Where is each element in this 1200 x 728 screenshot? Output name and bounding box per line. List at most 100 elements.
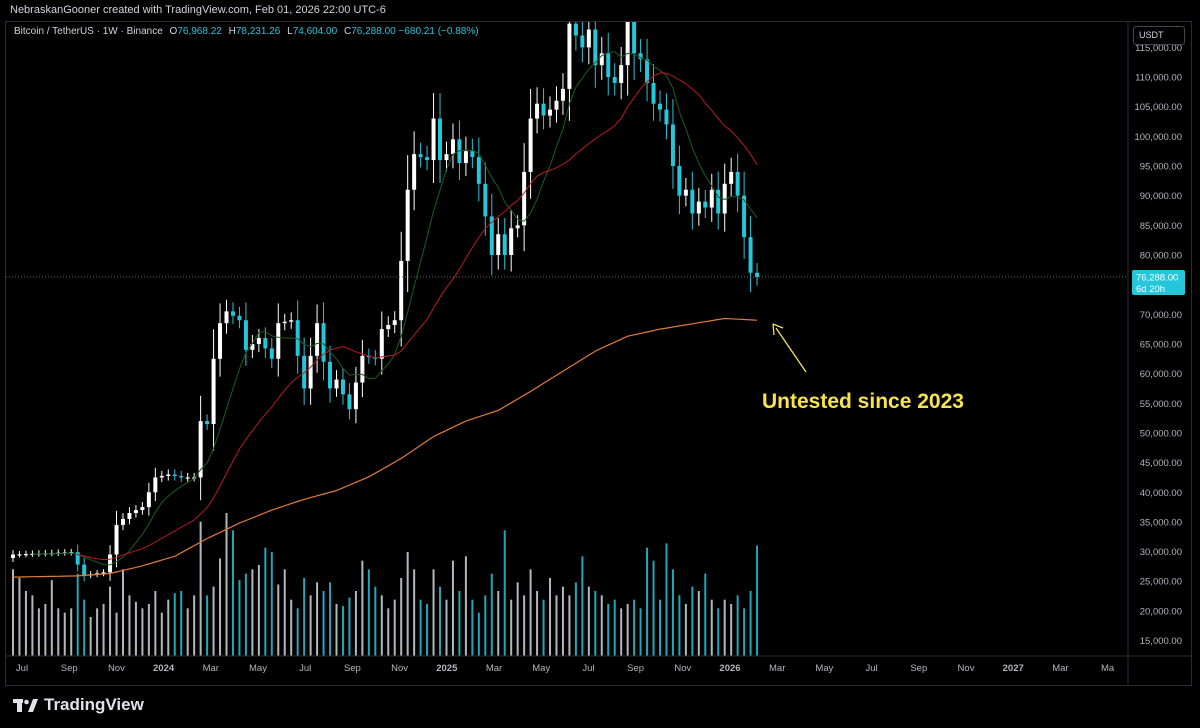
y-tick-label: 80,000.00 — [1140, 250, 1182, 261]
candle-body — [696, 201, 701, 214]
y-tick-label: 95,000.00 — [1140, 162, 1182, 173]
y-tick-label: 100,000.00 — [1134, 132, 1182, 143]
y-tick-label: 45,000.00 — [1140, 458, 1182, 469]
candle-body — [334, 379, 339, 389]
volume-bar — [471, 599, 474, 656]
y-tick-label: 25,000.00 — [1140, 577, 1182, 588]
last-price-label: 76,288.00 — [1136, 273, 1178, 284]
volume-bar — [316, 582, 319, 656]
candle-body — [308, 355, 313, 389]
volume-bar — [717, 608, 720, 656]
y-tick-label: 70,000.00 — [1140, 310, 1182, 321]
volume-bar — [44, 604, 47, 656]
volume-bar — [24, 591, 27, 656]
volume-bar — [329, 582, 332, 656]
volume-bar — [594, 591, 597, 656]
high-value: 78,231.26 — [235, 26, 281, 37]
volume-bar — [503, 530, 506, 656]
candle-body — [651, 82, 656, 104]
candle-body — [133, 510, 138, 514]
candle-body — [224, 311, 229, 324]
volume-bar — [361, 560, 364, 656]
volume-bar — [96, 608, 99, 656]
volume-bar — [12, 569, 14, 656]
candle-body — [496, 234, 501, 255]
candle-body — [677, 166, 682, 196]
volume-bar — [128, 595, 131, 656]
candle-body — [431, 118, 436, 161]
volume-bar — [484, 595, 487, 656]
annotation-arrow-line — [775, 327, 807, 373]
x-tick-label: May — [249, 663, 267, 674]
footer — [0, 686, 1200, 728]
candle-body — [315, 323, 320, 356]
volume-bar — [374, 586, 377, 656]
volume-bar — [432, 569, 435, 656]
x-tick-label: Sep — [910, 663, 927, 674]
volume-bar — [70, 608, 73, 656]
volume-bar — [555, 595, 558, 656]
candle-body — [243, 320, 248, 350]
volume-bar — [296, 608, 299, 656]
volume-bar — [212, 586, 215, 656]
candle-body — [328, 361, 333, 389]
y-tick-label: 85,000.00 — [1140, 221, 1182, 232]
candle-body — [379, 329, 384, 359]
open-value: 76,968.22 — [177, 26, 222, 37]
volume-bar — [458, 591, 461, 656]
candle-body — [237, 315, 242, 321]
candle-body — [159, 475, 164, 478]
candle-body — [463, 151, 468, 164]
x-tick-label: 2025 — [436, 663, 458, 674]
volume-bar — [76, 573, 79, 656]
x-tick-label: Mar — [769, 663, 785, 674]
volume-bar — [684, 604, 687, 656]
candle-body — [153, 477, 158, 493]
x-tick-label: Jul — [582, 663, 594, 674]
volume-bar — [173, 593, 176, 656]
candle-body — [573, 23, 578, 36]
high-label: H — [228, 26, 236, 37]
volume-bar — [607, 604, 610, 656]
volume-bar — [180, 591, 183, 656]
candle-body — [509, 228, 514, 255]
x-tick-label: 2027 — [1003, 663, 1024, 674]
candle-body — [476, 157, 481, 184]
candle-body — [729, 171, 734, 184]
volume-bar — [121, 569, 124, 656]
candle-body — [560, 88, 565, 101]
volume-bar — [244, 573, 247, 656]
candle-body — [748, 237, 753, 273]
volume-bar — [490, 573, 493, 656]
candle-body — [450, 139, 455, 155]
candle-body — [140, 507, 145, 511]
candle-body — [548, 109, 553, 116]
x-tick-label: Nov — [391, 663, 408, 674]
volume-bar — [89, 617, 92, 656]
volume-bar — [57, 608, 60, 656]
candle-body — [269, 348, 274, 359]
ma-mid-line — [77, 72, 758, 561]
volume-bar — [380, 595, 383, 656]
volume-bar — [568, 595, 571, 656]
candle-body — [282, 321, 287, 324]
currency-button[interactable]: USDT — [1133, 26, 1185, 45]
volume-bar — [264, 547, 267, 656]
symbol-legend: Bitcoin / TetherUS · 1W · Binance O76,96… — [14, 26, 479, 37]
ma-slow-line — [12, 317, 758, 578]
volume-bar — [510, 599, 513, 656]
candle-body — [703, 201, 708, 208]
volume-bar — [303, 578, 306, 656]
tradingview-logo[interactable]: TradingView — [13, 695, 144, 715]
volume-bar — [322, 591, 325, 656]
volume-bar — [639, 608, 642, 656]
candle-body — [11, 554, 15, 559]
volume-bar — [529, 569, 532, 656]
candle-body — [399, 260, 404, 321]
price-chart[interactable]: 15,000.00 20,000.00 25,000.00 30,000.00 35,0… — [0, 0, 1200, 728]
volume-bar — [426, 604, 429, 656]
x-tick-label: May — [532, 663, 550, 674]
volume-bar — [354, 591, 357, 656]
candle-body — [263, 338, 268, 349]
volume-bar — [141, 608, 144, 656]
